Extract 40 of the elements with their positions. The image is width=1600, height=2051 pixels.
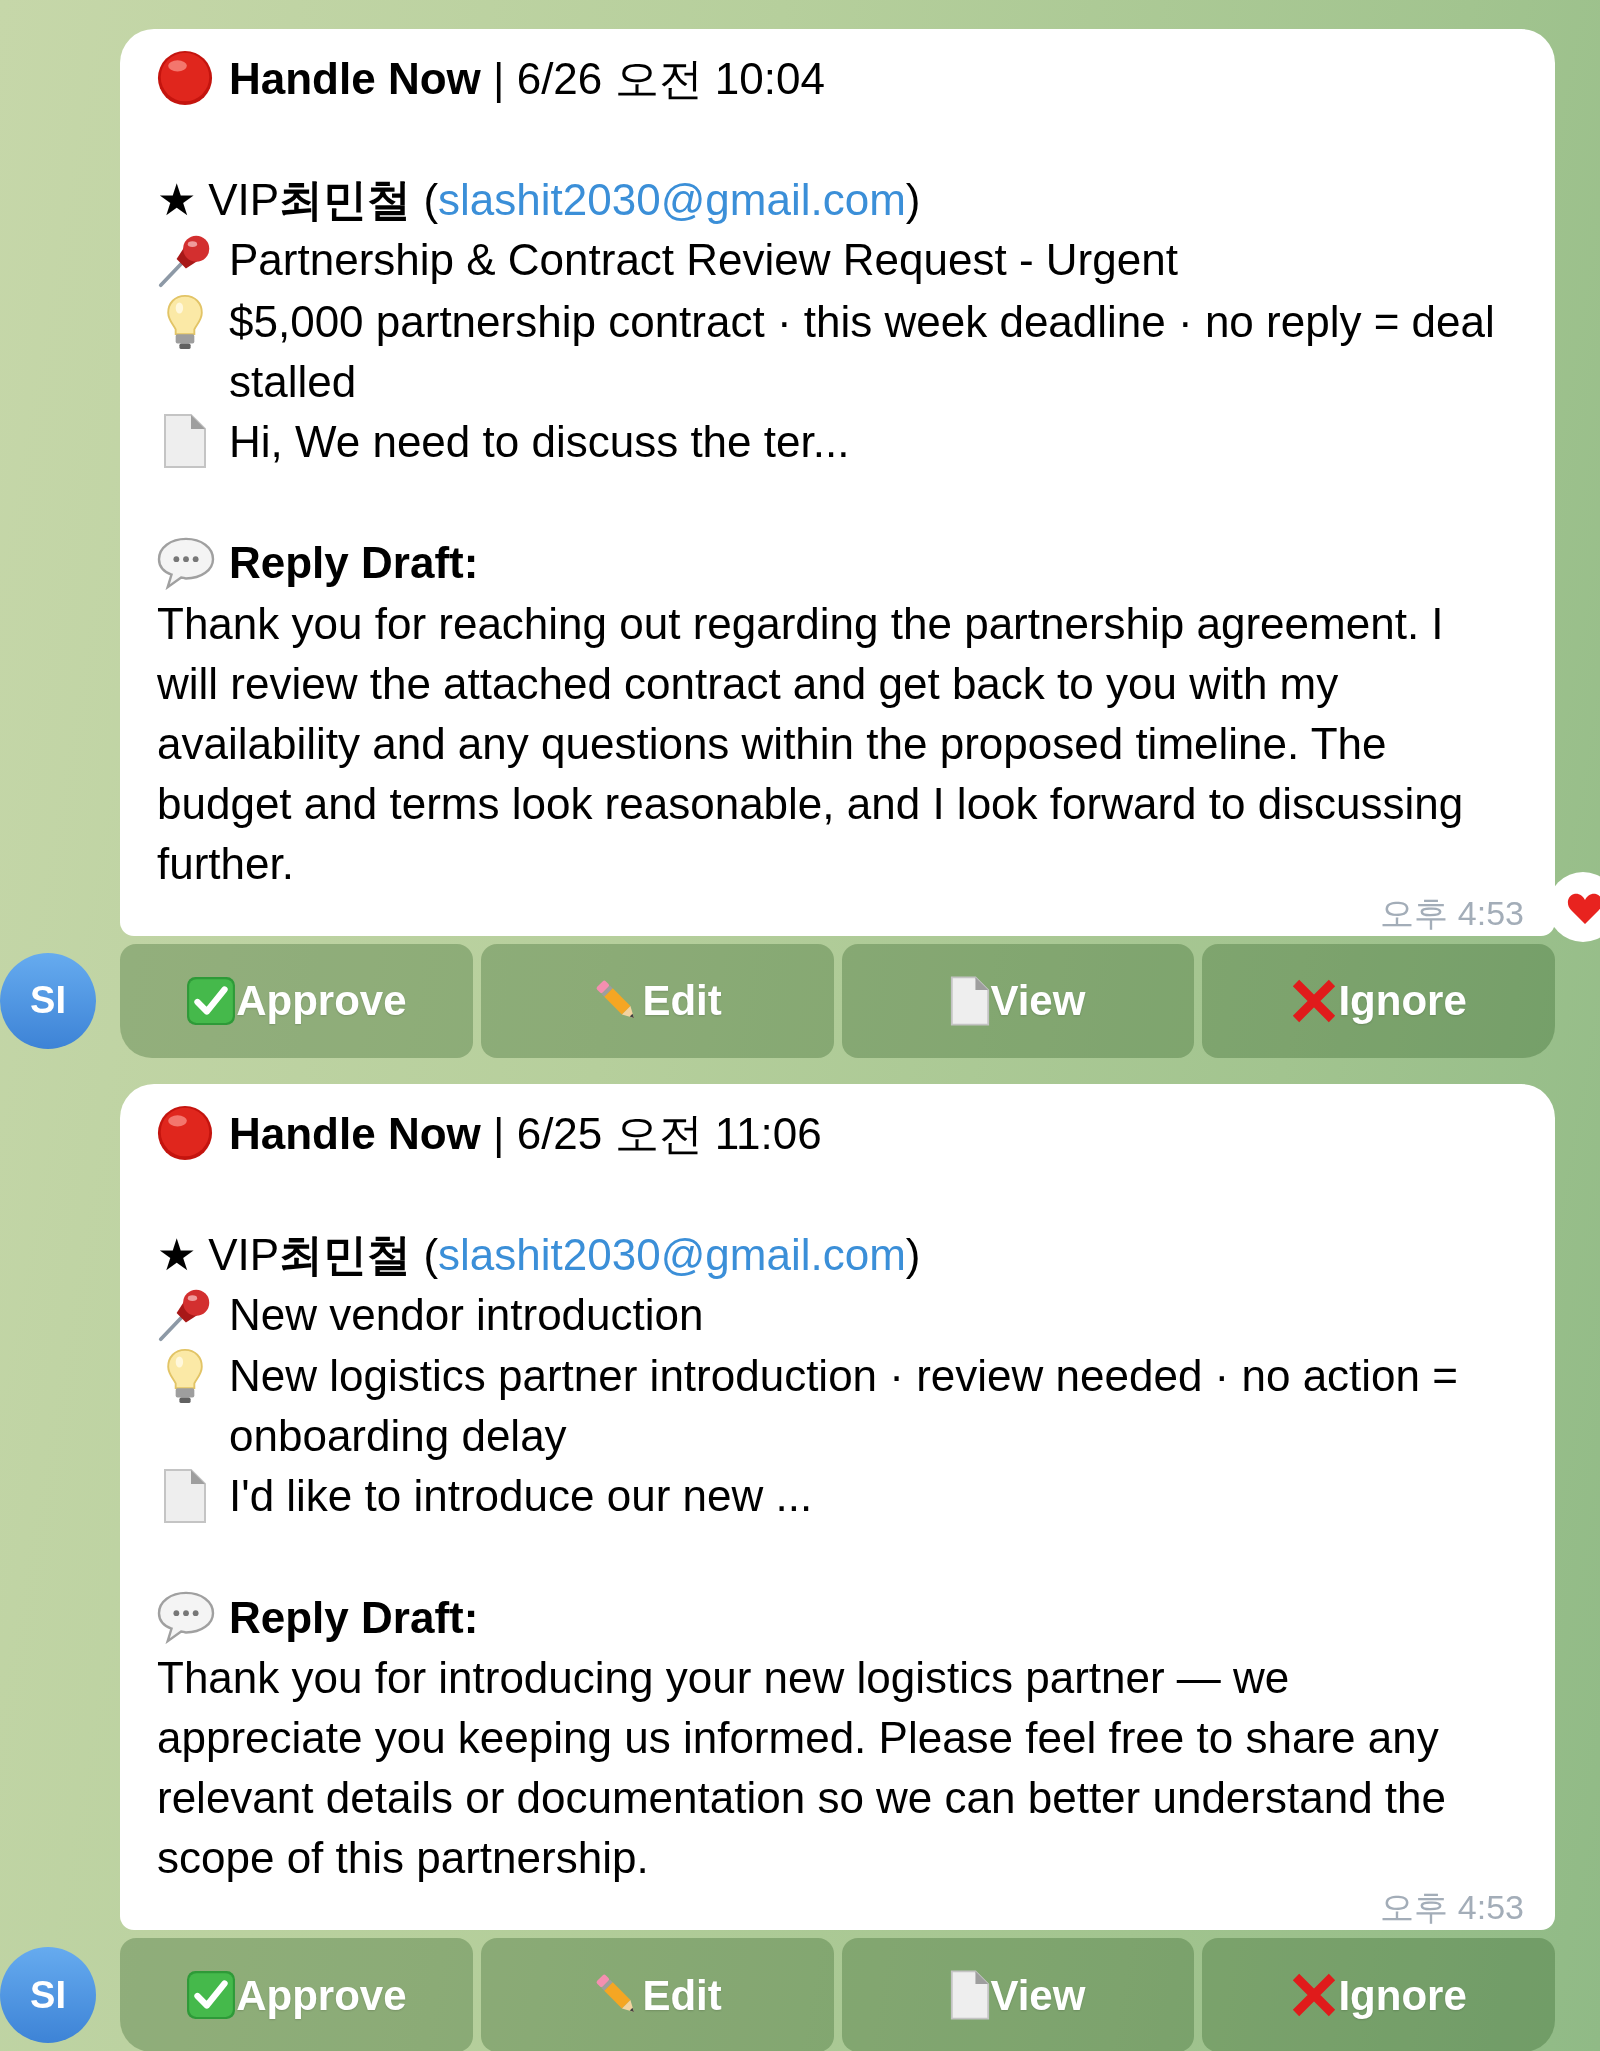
lightbulb-icon [166, 293, 204, 350]
lightbulb-icon [166, 1348, 204, 1405]
timestamp: 오후 4:53 [1380, 895, 1524, 930]
summary-text: New logistics partner introduction · review needed · no action = onboarding delay [229, 1350, 1459, 1463]
priority-header: Handle Now | 6/26 오전 10:04 [229, 54, 825, 103]
user-avatar[interactable]: SI [0, 1947, 96, 2043]
reply-draft-text: Thank you for introducing your new logistics partner — we appreciate you keeping us informed. Please feel free to share any relevant details or documentation so we can better understand the scope of this partnership. [157, 1652, 1448, 1884]
checkmark-icon [186, 1970, 237, 2020]
document-icon [950, 974, 991, 1027]
approve-button[interactable]: Approve [120, 1938, 473, 2051]
preview-text: I'd like to introduce our new ... [229, 1471, 813, 1521]
sender-line: ★ VIP최민철 (slashit2030@gmail.com) [157, 1228, 922, 1281]
priority-header: Handle Now | 6/25 오전 11:06 [229, 1108, 822, 1158]
view-button[interactable]: View [841, 1938, 1195, 2051]
document-icon [163, 413, 207, 470]
edit-button[interactable]: Edit [480, 943, 834, 1058]
view-button[interactable]: View [841, 943, 1195, 1058]
reply-draft-label: Reply Draft: [229, 538, 479, 588]
subject-text: New vendor introduction [229, 1289, 704, 1339]
document-icon [950, 1969, 991, 2021]
subject-text: Partnership & Contract Review Request - Urgent [229, 235, 1178, 285]
reply-draft-text: Thank you for reaching out regarding the partnership agreement. I will review the attached contract and get back to you with my availability and any questions within the proposed timeline. The budget and terms look reasonable, and I look forward to discussing further. [157, 597, 1465, 890]
timestamp: 오후 4:53 [1380, 1890, 1524, 1924]
ignore-button[interactable]: Ignore [1202, 1938, 1555, 2051]
summary-text: $5,000 partnership contract · this week deadline · no reply = deal stalled [229, 295, 1496, 408]
checkmark-icon [186, 975, 237, 1026]
edit-button[interactable]: Edit [480, 1938, 834, 2051]
user-avatar[interactable]: SI [0, 952, 96, 1049]
dot-icon [157, 50, 213, 107]
email-link[interactable]: slashit2030@gmail.com [438, 175, 906, 225]
preview-text: Hi, We need to discuss the ter... [229, 416, 850, 466]
approve-button[interactable]: Approve [120, 943, 473, 1058]
ignore-button[interactable]: Ignore [1202, 943, 1555, 1058]
reply-draft-label: Reply Draft: [229, 1592, 479, 1642]
speech-bubble-icon [157, 1590, 215, 1644]
email-link[interactable]: slashit2030@gmail.com [438, 1229, 906, 1279]
document-icon [163, 1467, 207, 1524]
sender-line: ★ VIP최민철 (slashit2030@gmail.com) [157, 174, 922, 227]
speech-bubble-icon [157, 535, 215, 590]
dot-icon [157, 1104, 213, 1161]
